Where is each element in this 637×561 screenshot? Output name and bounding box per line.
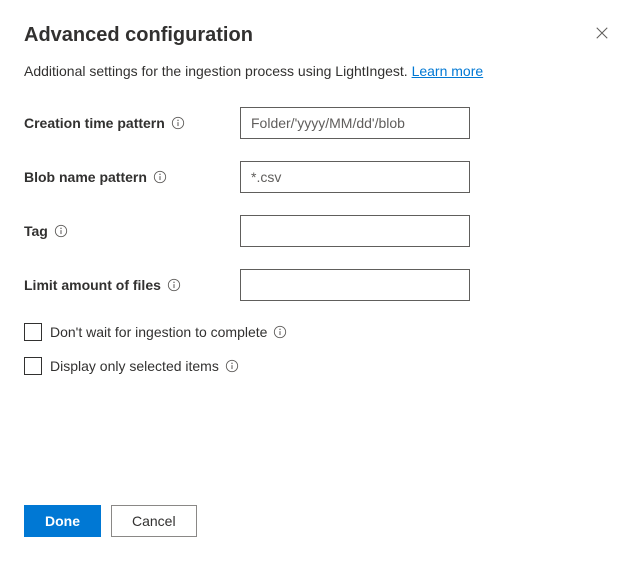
limit-files-label: Limit amount of files [24, 277, 240, 293]
limit-files-label-text: Limit amount of files [24, 277, 161, 293]
info-icon[interactable] [167, 278, 181, 292]
display-selected-label: Display only selected items [50, 358, 239, 374]
creation-time-pattern-input[interactable] [240, 107, 470, 139]
cancel-button[interactable]: Cancel [111, 505, 197, 537]
info-icon[interactable] [171, 116, 185, 130]
display-selected-checkbox[interactable] [24, 357, 42, 375]
dont-wait-label: Don't wait for ingestion to complete [50, 324, 287, 340]
dont-wait-checkbox[interactable] [24, 323, 42, 341]
creation-time-pattern-label-text: Creation time pattern [24, 115, 165, 131]
close-icon [595, 27, 609, 44]
info-icon[interactable] [153, 170, 167, 184]
display-selected-label-text: Display only selected items [50, 358, 219, 374]
blob-name-pattern-input[interactable] [240, 161, 470, 193]
blob-name-pattern-label: Blob name pattern [24, 169, 240, 185]
tag-input[interactable] [240, 215, 470, 247]
learn-more-link[interactable]: Learn more [412, 63, 484, 79]
close-button[interactable] [591, 24, 613, 47]
dialog-subtitle: Additional settings for the ingestion pr… [24, 63, 613, 79]
tag-label: Tag [24, 223, 240, 239]
creation-time-pattern-label: Creation time pattern [24, 115, 240, 131]
subtitle-text: Additional settings for the ingestion pr… [24, 63, 412, 79]
info-icon[interactable] [273, 325, 287, 339]
done-button[interactable]: Done [24, 505, 101, 537]
info-icon[interactable] [225, 359, 239, 373]
dont-wait-label-text: Don't wait for ingestion to complete [50, 324, 267, 340]
dialog-title: Advanced configuration [24, 24, 253, 47]
blob-name-pattern-label-text: Blob name pattern [24, 169, 147, 185]
tag-label-text: Tag [24, 223, 48, 239]
limit-files-input[interactable] [240, 269, 470, 301]
info-icon[interactable] [54, 224, 68, 238]
